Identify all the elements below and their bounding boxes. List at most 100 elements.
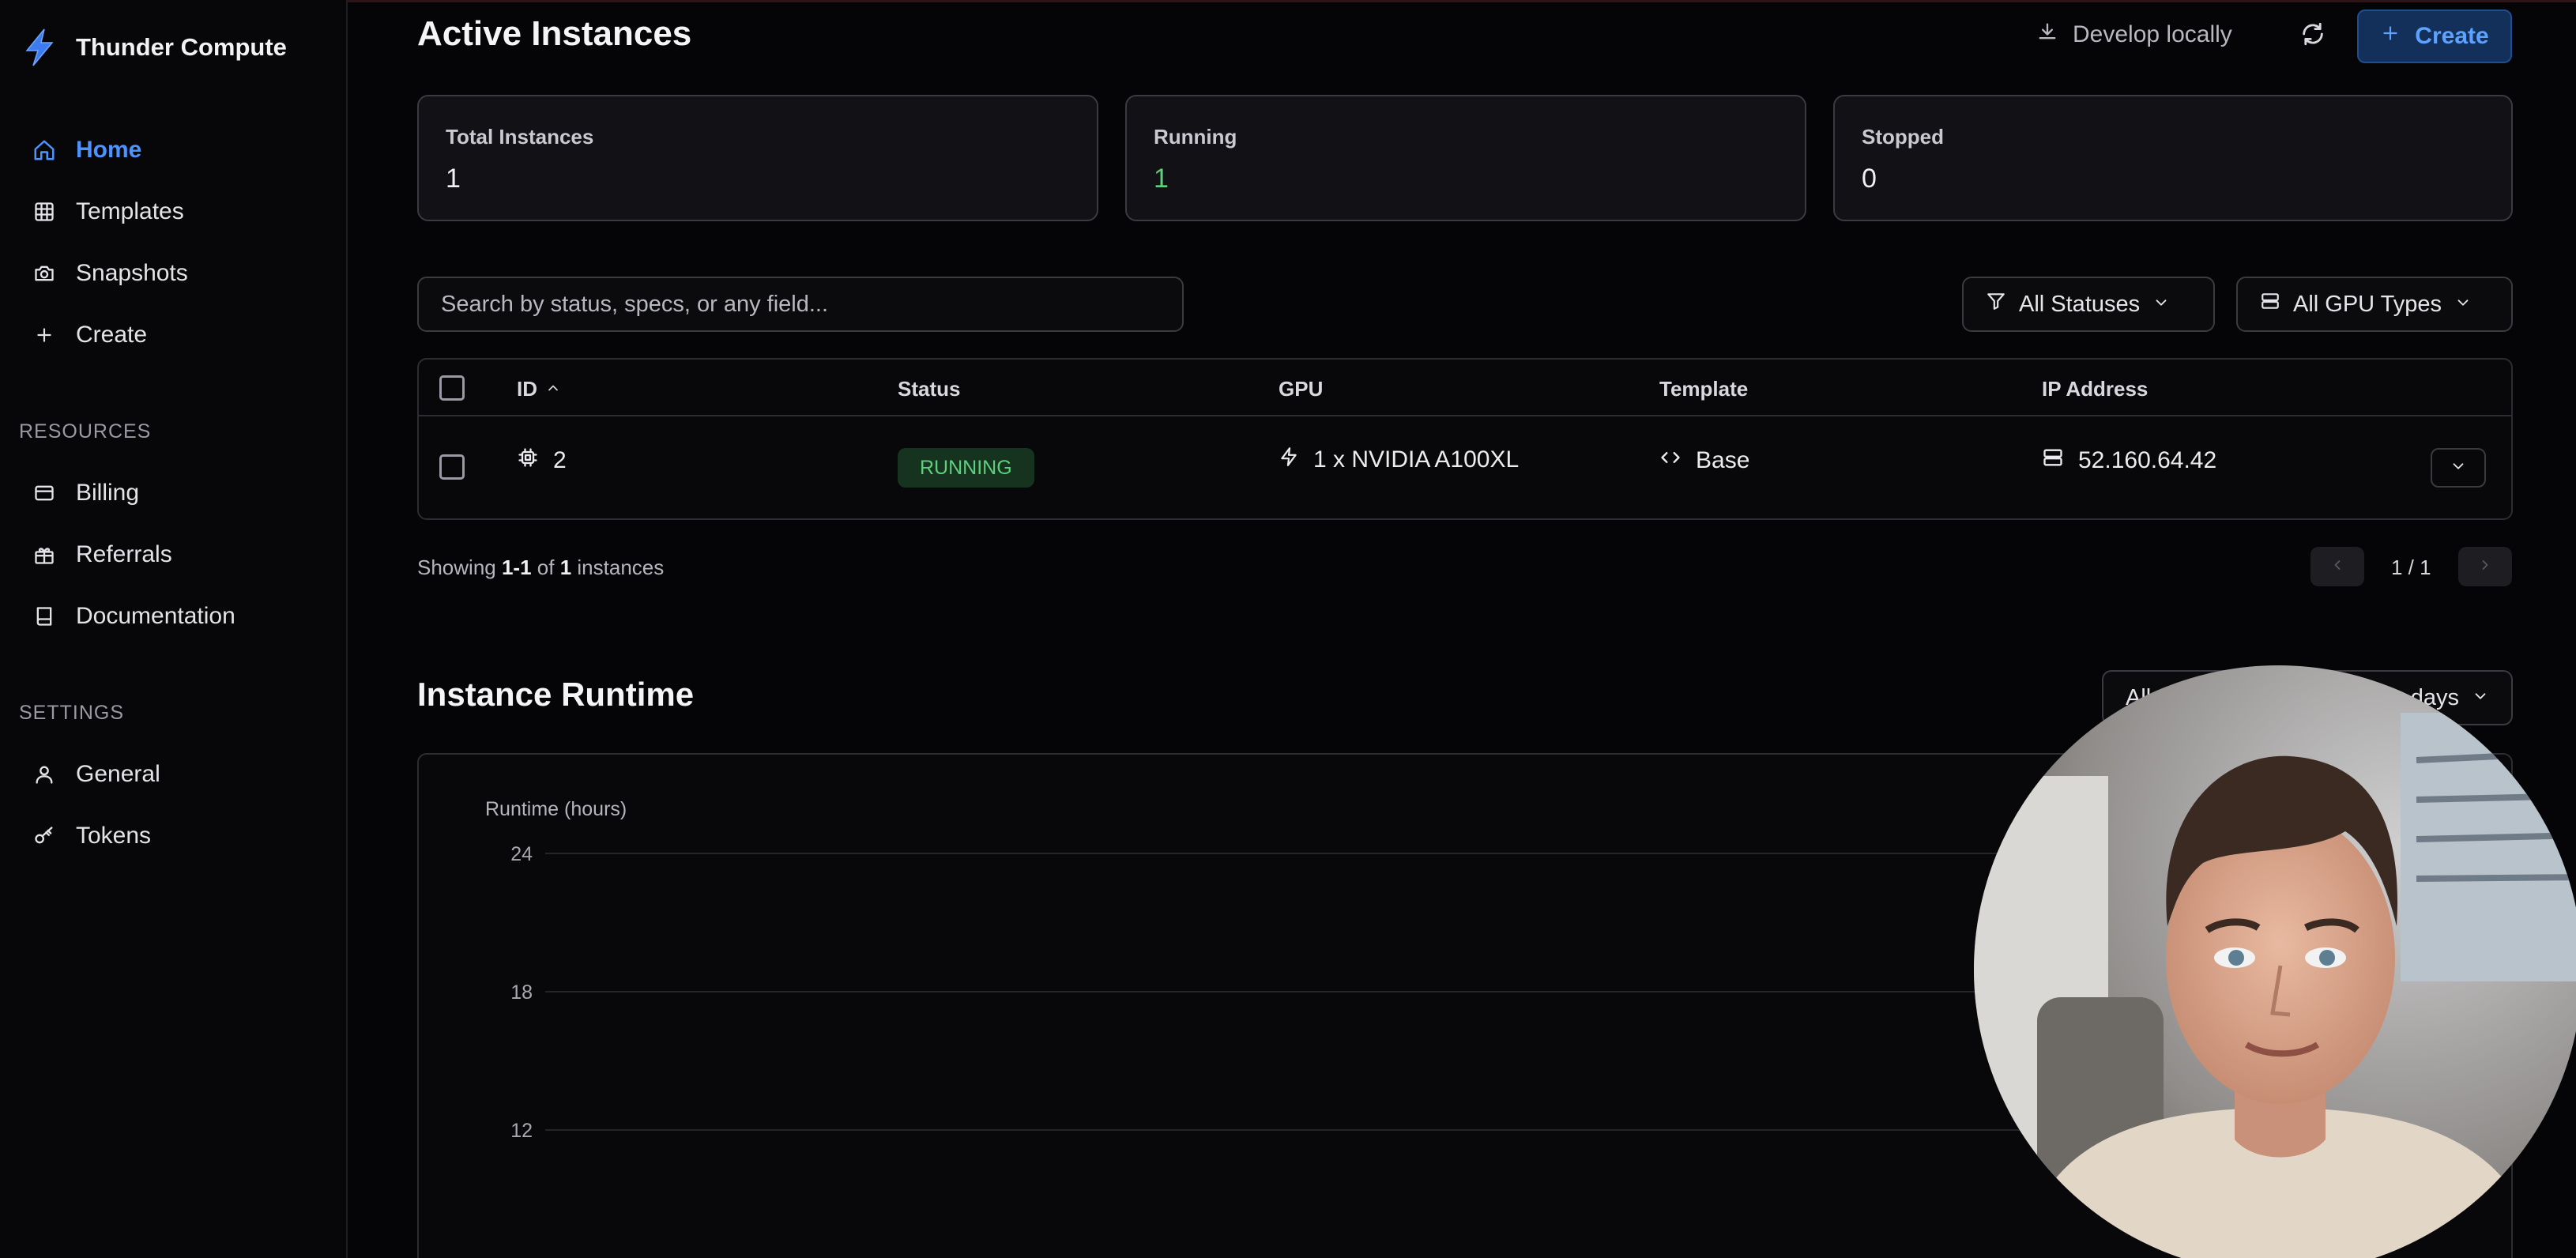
cell-ip: 52.160.64.42 [2042, 446, 2216, 475]
runtime-section-title: Instance Runtime [417, 676, 695, 713]
gpu-filter-dropdown[interactable]: All GPU Types [2236, 277, 2513, 332]
credit-card-icon [32, 480, 57, 506]
y-tick-label: 12 [510, 1120, 533, 1142]
presenter-webcam-image [1974, 665, 2576, 1258]
search-box [417, 277, 1184, 332]
cell-gpu: 1 x NVIDIA A100XL [1279, 446, 1519, 473]
table-header: ID Status GPU Template IP Address [419, 360, 2511, 416]
server-icon [2260, 291, 2280, 318]
stat-label: Total Instances [446, 125, 594, 149]
next-page-button[interactable] [2458, 547, 2512, 586]
camera-icon [32, 261, 57, 286]
stat-card-total: Total Instances 1 [417, 95, 1098, 221]
create-label: Create [2415, 23, 2489, 49]
status-badge: RUNNING [898, 448, 1034, 488]
column-header-status[interactable]: Status [898, 377, 960, 401]
sidebar-item-label: Home [76, 137, 142, 163]
sort-asc-icon [545, 377, 561, 401]
prev-page-button[interactable] [2310, 547, 2364, 586]
select-all-checkbox[interactable] [439, 375, 465, 401]
template-value: Base [1696, 447, 1750, 473]
column-header-gpu[interactable]: GPU [1279, 377, 1323, 401]
gpu-value: 1 x NVIDIA A100XL [1313, 446, 1520, 473]
summary-of: of [537, 556, 555, 579]
sidebar-item-label: General [76, 761, 160, 787]
key-icon [32, 823, 57, 849]
server-icon [2042, 446, 2064, 475]
chevron-down-icon [2152, 292, 2170, 318]
stat-value: 1 [1154, 164, 1169, 194]
status-filter-dropdown[interactable]: All Statuses [1962, 277, 2215, 332]
chevron-down-icon [2450, 458, 2467, 479]
top-accent-line [0, 0, 2576, 2]
row-checkbox[interactable] [439, 454, 465, 480]
brand[interactable]: Thunder Compute [19, 27, 287, 68]
sidebar-item-label: Documentation [76, 603, 235, 629]
chevron-right-icon [2477, 557, 2493, 577]
row-expand-button[interactable] [2431, 448, 2486, 488]
gift-icon [32, 542, 57, 567]
sidebar-item-create[interactable]: Create [32, 315, 147, 355]
sidebar-item-referrals[interactable]: Referrals [32, 535, 172, 574]
stat-value: 0 [1862, 164, 1877, 194]
book-icon [32, 604, 57, 629]
column-label: ID [517, 377, 537, 401]
sidebar-item-home[interactable]: Home [32, 130, 141, 170]
cpu-icon [517, 446, 539, 475]
search-input[interactable] [441, 291, 1160, 318]
runtime-chart: 2418126 [510, 843, 2086, 1142]
home-icon [32, 137, 57, 163]
sidebar-item-label: Tokens [76, 823, 152, 849]
sidebar-item-snapshots[interactable]: Snapshots [32, 254, 188, 293]
create-button[interactable]: Create [2357, 9, 2512, 63]
refresh-button[interactable] [2299, 21, 2326, 54]
cell-template: Base [1659, 446, 1749, 475]
summary-range: 1-1 [501, 556, 532, 579]
sidebar-item-label: Create [76, 322, 148, 348]
stat-card-stopped: Stopped 0 [1833, 95, 2513, 221]
stat-card-running: Running 1 [1125, 95, 1806, 221]
summary-suffix: instances [577, 556, 665, 579]
lightning-icon [1279, 446, 1299, 473]
chevron-down-icon [2472, 685, 2489, 711]
sidebar-item-label: Billing [76, 480, 140, 506]
pagination-summary: Showing 1-1 of 1 instances [417, 556, 664, 580]
page-title: Active Instances [417, 14, 692, 53]
lightning-logo-icon [25, 28, 54, 66]
summary-prefix: Showing [417, 556, 496, 579]
develop-locally-label: Develop locally [2073, 21, 2232, 47]
summary-total: 1 [559, 556, 572, 579]
sidebar-item-label: Referrals [76, 541, 172, 567]
sidebar: Thunder Compute Home Templates Snapshots… [0, 0, 348, 1258]
column-header-template[interactable]: Template [1659, 377, 1748, 401]
section-label-settings: SETTINGS [19, 702, 125, 724]
gpu-filter-label: All GPU Types [2293, 291, 2442, 317]
instances-table: ID Status GPU Template IP Address 2 RUNN… [417, 358, 2513, 520]
column-header-id[interactable]: ID [517, 377, 561, 401]
sidebar-item-label: Templates [76, 198, 184, 224]
refresh-icon [2299, 21, 2326, 54]
instance-id: 2 [553, 447, 567, 473]
sidebar-item-general[interactable]: General [32, 755, 160, 794]
page-indicator: 1 / 1 [2391, 556, 2431, 579]
column-header-ip[interactable]: IP Address [2042, 377, 2148, 401]
status-filter-label: All Statuses [2019, 291, 2141, 317]
chevron-left-icon [2329, 557, 2345, 577]
plus-icon [2380, 23, 2401, 50]
y-tick-label: 18 [510, 981, 533, 1004]
cell-id: 2 [517, 446, 567, 475]
code-icon [1659, 446, 1682, 475]
stat-label: Stopped [1862, 125, 1944, 149]
sidebar-item-documentation[interactable]: Documentation [32, 597, 235, 636]
grid-icon [32, 199, 57, 224]
develop-locally-button[interactable]: Develop locally [2036, 21, 2232, 49]
sidebar-item-tokens[interactable]: Tokens [32, 816, 151, 856]
sidebar-item-templates[interactable]: Templates [32, 192, 184, 232]
sidebar-item-label: Snapshots [76, 260, 188, 286]
stat-label: Running [1154, 125, 1237, 149]
brand-name: Thunder Compute [76, 33, 287, 61]
ip-value[interactable]: 52.160.64.42 [2078, 447, 2216, 474]
download-icon [2036, 21, 2058, 49]
plus-icon [32, 322, 57, 348]
sidebar-item-billing[interactable]: Billing [32, 473, 139, 513]
